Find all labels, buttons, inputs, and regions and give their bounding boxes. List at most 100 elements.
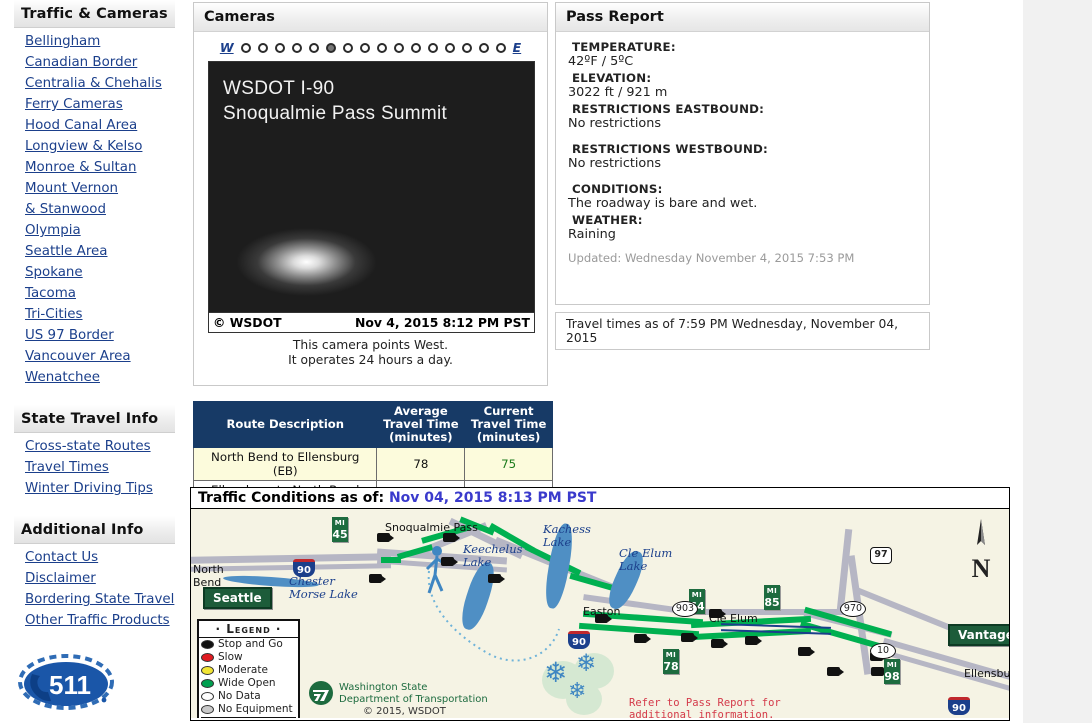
map-camera-icon[interactable]	[634, 634, 651, 643]
map-camera-icon[interactable]	[488, 574, 505, 583]
sidebar-item-disclaimer[interactable]: Disclaimer	[0, 568, 185, 589]
map-camera-icon[interactable]	[745, 636, 762, 645]
page-right-margin	[1023, 0, 1092, 723]
camera-dot-7[interactable]	[359, 42, 370, 53]
legend-color-swatch	[201, 705, 214, 714]
sidebar-gap-1	[0, 388, 185, 405]
map-camera-icon[interactable]	[871, 667, 888, 676]
sidebar-item-canadian-border[interactable]: Canadian Border	[0, 52, 185, 73]
wsdot-agency-line2: Department of Transportation	[339, 694, 488, 705]
pass-report-label-conditions: CONDITIONS:	[572, 182, 663, 196]
snowflake-icon: ❄	[544, 656, 568, 689]
camera-dot-12[interactable]	[444, 42, 455, 53]
camera-dot-8[interactable]	[376, 42, 387, 53]
city-badge-seattle[interactable]: Seattle	[203, 587, 272, 609]
camera-status-bar: © WSDOT Nov 4, 2015 8:12 PM PST	[209, 312, 534, 332]
sidebar-item-vancouver-area[interactable]: Vancouver Area	[0, 346, 185, 367]
camera-dot-2[interactable]	[274, 42, 285, 53]
legend-label: Slow	[218, 651, 243, 663]
sidebar-item-cross-state-routes[interactable]: Cross-state Routes	[0, 436, 185, 457]
wsdot-logo-icon	[309, 681, 333, 705]
th-route-description-line1: Route Description	[226, 417, 345, 431]
camera-nav-west-label[interactable]: W	[220, 40, 234, 55]
map-camera-icon[interactable]	[798, 647, 815, 656]
camera-dot-10[interactable]	[410, 42, 421, 53]
svg-text:N: N	[972, 554, 991, 583]
map-legend-rows: Stop and Go Slow Moderate Wide Open No Data N…	[199, 638, 298, 716]
skier-figure-icon	[425, 546, 448, 594]
traffic-map-canvas[interactable]: ❄ ❄ ❄ North Bend Snoqualmie Pass Easton …	[191, 509, 1009, 718]
camera-dot-3[interactable]	[291, 42, 302, 53]
sidebar-item-olympia[interactable]: Olympia	[0, 220, 185, 241]
sidebar-item-travel-times[interactable]: Travel Times	[0, 457, 185, 478]
sidebar-item-monroe-sultan[interactable]: Monroe & Sultan	[0, 157, 185, 178]
sidebar-item-us-97-border[interactable]: US 97 Border	[0, 325, 185, 346]
th-average-line1: Average	[394, 404, 448, 418]
sidebar-heading-traffic-cameras: Traffic & Cameras	[14, 0, 175, 28]
pass-report-value-elevation: 3022 ft / 921 m	[568, 85, 668, 100]
sidebar-item-wenatchee[interactable]: Wenatchee	[0, 367, 185, 388]
logo-511-text: 511	[49, 670, 91, 700]
camera-dot-11[interactable]	[427, 42, 438, 53]
map-legend-separator	[201, 717, 296, 718]
camera-dot-14[interactable]	[478, 42, 489, 53]
legend-color-swatch	[201, 679, 214, 688]
map-label-easton: Easton	[583, 605, 621, 618]
logo-511[interactable]: 511	[16, 648, 116, 714]
camera-dot-group[interactable]	[240, 42, 506, 53]
sidebar-item-bellingham[interactable]: Bellingham	[0, 31, 185, 52]
travel-times-asof-banner: Travel times as of 7:59 PM Wednesday, No…	[555, 312, 930, 350]
mile-marker-number: 98	[884, 670, 900, 683]
cell-current-0: 75	[464, 447, 553, 481]
mile-marker-85: MI 85	[764, 585, 780, 610]
sidebar-item-bordering-state-travel[interactable]: Bordering State Travel	[0, 589, 185, 610]
pass-report-value-weather: Raining	[568, 227, 616, 242]
camera-dot-9[interactable]	[393, 42, 404, 53]
camera-dot-0[interactable]	[240, 42, 251, 53]
legend-label: Stop and Go	[218, 638, 283, 650]
camera-dot-6[interactable]	[342, 42, 353, 53]
sidebar-item-tri-cities[interactable]: Tri-Cities	[0, 304, 185, 325]
camera-dot-1[interactable]	[257, 42, 268, 53]
camera-dot-13[interactable]	[461, 42, 472, 53]
sidebar-item-seattle-area[interactable]: Seattle Area	[0, 241, 185, 262]
th-current-line3: (minutes)	[476, 430, 541, 444]
sidebar-item-spokane[interactable]: Spokane	[0, 262, 185, 283]
camera-nav-east-label[interactable]: E	[513, 40, 522, 55]
sidebar-item-centralia-chehalis[interactable]: Centralia & Chehalis	[0, 73, 185, 94]
map-camera-icon[interactable]	[711, 639, 728, 648]
map-legend-row-0: Stop and Go	[199, 638, 298, 651]
map-camera-icon[interactable]	[377, 533, 394, 542]
map-camera-icon[interactable]	[369, 574, 386, 583]
sidebar-item-longview-kelso[interactable]: Longview & Kelso	[0, 136, 185, 157]
table-row[interactable]: North Bend to Ellensburg (EB) 78 75	[192, 447, 553, 481]
camera-dot-15[interactable]	[495, 42, 506, 53]
camera-image-wrapper[interactable]: WSDOT I-90 Snoqualmie Pass Summit © WSDO…	[208, 61, 535, 333]
sidebar-item-hood-canal-area[interactable]: Hood Canal Area	[0, 115, 185, 136]
map-legend-row-2: Moderate	[199, 664, 298, 677]
camera-dot-5[interactable]	[325, 42, 336, 53]
page-root: Traffic & Cameras Bellingham Canadian Bo…	[0, 0, 1092, 723]
camera-dot-navigation[interactable]: W E	[194, 32, 547, 59]
city-badge-vantage[interactable]: Vantage	[948, 624, 1009, 646]
sidebar-item-contact-us[interactable]: Contact Us	[0, 547, 185, 568]
snowflake-icon: ❄	[568, 679, 587, 704]
shield-sr903: 903	[672, 601, 698, 617]
pass-report-label-weather: WEATHER:	[572, 213, 643, 227]
sidebar-item-mount-vernon-stanwood[interactable]: Mount Vernon & Stanwood	[0, 178, 120, 220]
map-camera-icon[interactable]	[443, 533, 460, 542]
sidebar-item-other-traffic-products[interactable]: Other Traffic Products	[0, 610, 185, 631]
sidebar-item-winter-driving-tips[interactable]: Winter Driving Tips	[0, 478, 185, 499]
sidebar-heading-additional-info: Additional Info	[14, 516, 175, 544]
mile-marker-98: MI 98	[884, 659, 900, 684]
camera-dot-4[interactable]	[308, 42, 319, 53]
sidebar-item-tacoma[interactable]: Tacoma	[0, 283, 185, 304]
map-camera-icon[interactable]	[441, 557, 458, 566]
map-camera-icon[interactable]	[681, 633, 698, 642]
pass-report-spacer-1	[568, 133, 919, 142]
sidebar-item-ferry-cameras[interactable]: Ferry Cameras	[0, 94, 185, 115]
map-legend-row-3: Wide Open	[199, 677, 298, 690]
camera-image[interactable]: WSDOT I-90 Snoqualmie Pass Summit	[209, 62, 534, 312]
map-camera-icon[interactable]	[827, 667, 844, 676]
camera-overlay-line2: Snoqualmie Pass Summit	[223, 103, 448, 124]
